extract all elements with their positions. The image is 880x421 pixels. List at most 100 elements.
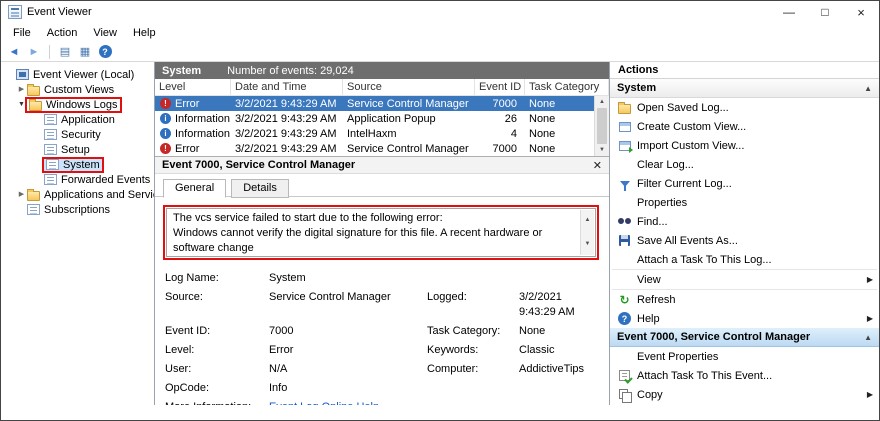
window-controls: — □ × [771, 1, 879, 23]
properties-tool-icon[interactable]: ▦ [76, 44, 94, 60]
tree-item-subscriptions[interactable]: Subscriptions [1, 202, 154, 217]
console-tree-toggle-icon[interactable]: ▤ [56, 44, 74, 60]
tree-item-security[interactable]: Security [1, 127, 154, 142]
datetime-cell: 3/2/2021 9:43:29 AM [231, 126, 343, 141]
action-help[interactable]: ? Help ▶ [610, 309, 879, 328]
level-text: Error [175, 98, 199, 110]
tab-general[interactable]: General [163, 179, 226, 198]
chevron-right-icon[interactable]: ▶ [16, 191, 27, 198]
log-icon [44, 129, 57, 140]
tab-details[interactable]: Details [231, 179, 289, 198]
field-value: 7000 [269, 324, 427, 339]
close-button[interactable]: × [843, 1, 879, 23]
scroll-down-icon[interactable]: ▼ [585, 237, 591, 252]
action-attach-task-to-log[interactable]: Attach a Task To This Log... [610, 250, 879, 269]
tree-item-system[interactable]: System [1, 157, 154, 172]
action-clear-log[interactable]: Clear Log... [610, 155, 879, 174]
action-attach-task-to-event[interactable]: Attach Task To This Event... [610, 366, 879, 385]
help-tool-icon[interactable]: ? [96, 44, 114, 60]
tree-item-forwarded-events[interactable]: Forwarded Events [1, 172, 154, 187]
action-open-saved-log[interactable]: Open Saved Log... [610, 98, 879, 117]
scroll-up-icon[interactable]: ▲ [585, 213, 591, 228]
binoculars-icon [618, 218, 631, 225]
action-filter-current-log[interactable]: Filter Current Log... [610, 174, 879, 193]
back-arrow-icon[interactable]: ◄ [5, 46, 23, 58]
action-create-custom-view[interactable]: Create Custom View... [610, 117, 879, 136]
annotation-box-windows-logs: Windows Logs [27, 99, 120, 111]
description-scrollbar[interactable]: ▲ ▼ [580, 210, 594, 255]
column-header-task-category[interactable]: Task Category [525, 79, 609, 95]
column-header-level[interactable]: Level [155, 79, 231, 95]
icon-spacer [617, 350, 632, 364]
scroll-down-icon[interactable]: ▼ [595, 144, 609, 156]
event-id-cell: 4 [475, 126, 525, 141]
table-row[interactable]: iInformation 3/2/2021 9:43:29 AM IntelHa… [155, 126, 609, 141]
actions-section-event[interactable]: Event 7000, Service Control Manager ▲ [610, 328, 879, 347]
section-label: Event 7000, Service Control Manager [617, 331, 810, 343]
field-label: OpCode: [165, 381, 269, 396]
action-refresh[interactable]: ↻ Refresh [610, 290, 879, 309]
field-label: Source: [165, 290, 269, 320]
event-count: Number of events: 29,024 [227, 65, 354, 77]
action-properties[interactable]: Properties [610, 193, 879, 212]
menu-view[interactable]: View [85, 25, 125, 41]
table-row[interactable]: !Error 3/2/2021 9:43:29 AM Service Contr… [155, 96, 609, 111]
action-view[interactable]: View ▶ [610, 270, 879, 289]
column-header-datetime[interactable]: Date and Time [231, 79, 343, 95]
scroll-up-icon[interactable]: ▲ [595, 96, 609, 108]
action-label: Clear Log... [637, 159, 694, 171]
import-view-icon [619, 141, 631, 151]
description-line: Windows cannot verify the digital signat… [173, 226, 573, 256]
collapse-icon[interactable]: ▲ [864, 84, 872, 93]
chevron-down-icon[interactable]: ▼ [16, 101, 27, 108]
menu-file[interactable]: File [5, 25, 39, 41]
forward-arrow-icon[interactable]: ► [25, 46, 43, 58]
source-cell: Service Control Manager [343, 141, 475, 156]
table-scrollbar[interactable]: ▲ ▼ [594, 96, 609, 156]
event-id-cell: 7000 [475, 141, 525, 156]
icon-spacer [617, 253, 632, 267]
table-row[interactable]: !Error 3/2/2021 9:43:29 AM Service Contr… [155, 141, 609, 156]
level-text: Error [175, 143, 199, 155]
action-label: Properties [637, 197, 687, 209]
maximize-button[interactable]: □ [807, 1, 843, 23]
log-icon [44, 114, 57, 125]
log-icon [46, 159, 59, 170]
action-save-all-events-as[interactable]: Save All Events As... [610, 231, 879, 250]
field-label: Event ID: [165, 324, 269, 339]
information-icon: i [160, 128, 171, 139]
detail-tabs: General Details [155, 174, 609, 197]
task-icon [619, 370, 630, 381]
column-header-event-id[interactable]: Event ID [475, 79, 525, 95]
app-icon [8, 5, 22, 19]
main-content: Event Viewer (Local) ▶ Custom Views ▼ Wi… [1, 62, 879, 405]
tree-item-event-viewer-local[interactable]: Event Viewer (Local) [1, 67, 154, 82]
tree-item-application[interactable]: Application [1, 112, 154, 127]
action-find[interactable]: Find... [610, 212, 879, 231]
scrollbar-thumb[interactable] [597, 108, 607, 144]
icon-spacer [617, 196, 632, 210]
action-import-custom-view[interactable]: Import Custom View... [610, 136, 879, 155]
submenu-arrow-icon: ▶ [867, 390, 873, 399]
tree-item-setup[interactable]: Setup [1, 142, 154, 157]
actions-section-system[interactable]: System ▲ [610, 79, 879, 98]
action-event-properties[interactable]: Event Properties [610, 347, 879, 366]
close-detail-icon[interactable]: ✕ [593, 159, 602, 172]
minimize-button[interactable]: — [771, 1, 807, 23]
tree-item-windows-logs[interactable]: ▼ Windows Logs [1, 97, 154, 112]
action-copy[interactable]: Copy ▶ [610, 385, 879, 404]
collapse-icon[interactable]: ▲ [864, 333, 872, 342]
menu-bar: File Action View Help [1, 23, 879, 42]
column-header-source[interactable]: Source [343, 79, 475, 95]
description-line: The vcs service failed to start due to t… [173, 211, 573, 226]
table-row[interactable]: iInformation 3/2/2021 9:43:29 AM Applica… [155, 111, 609, 126]
tree-label: Event Viewer (Local) [33, 69, 134, 81]
chevron-right-icon[interactable]: ▶ [16, 86, 27, 93]
menu-help[interactable]: Help [125, 25, 164, 41]
event-id-cell: 7000 [475, 96, 525, 111]
tree-label: Applications and Services Lo [44, 189, 155, 201]
tree-item-custom-views[interactable]: ▶ Custom Views [1, 82, 154, 97]
tree-item-applications-services[interactable]: ▶ Applications and Services Lo [1, 187, 154, 202]
level-cell: iInformation [155, 111, 231, 126]
menu-action[interactable]: Action [39, 25, 86, 41]
